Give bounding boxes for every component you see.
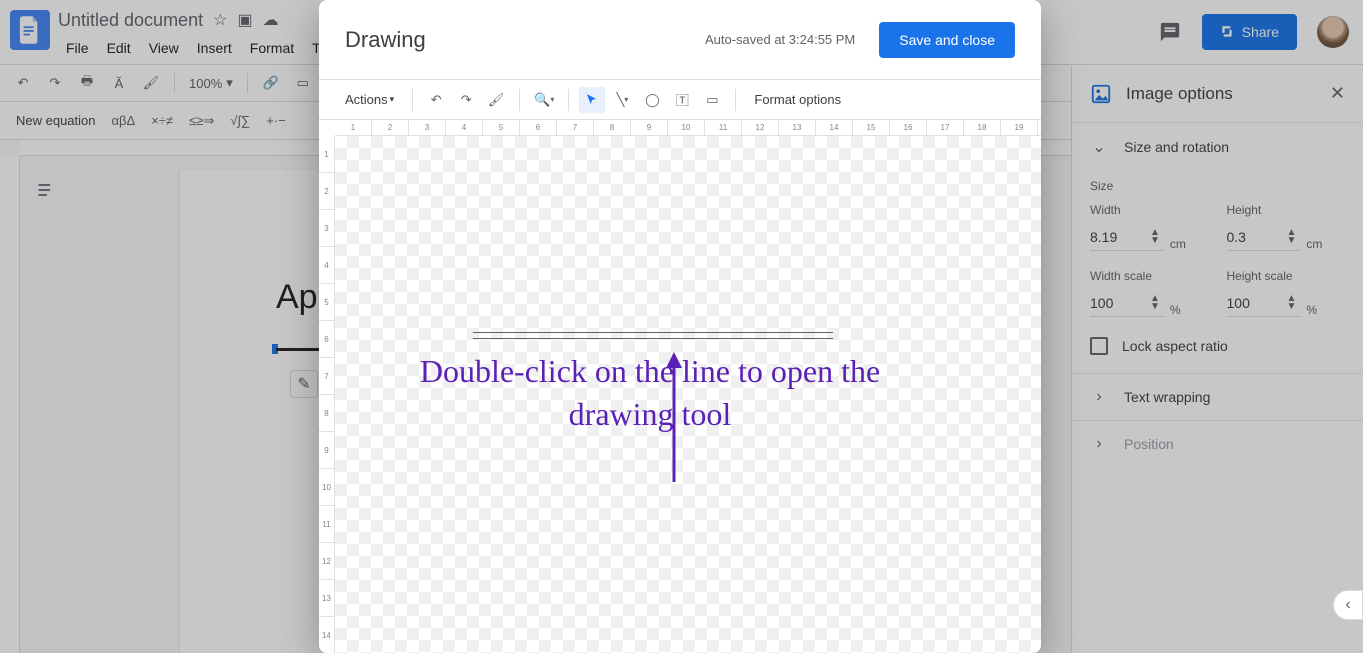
drawing-modal: Drawing Auto-saved at 3:24:55 PM Save an…: [319, 0, 1041, 653]
textbox-tool-icon[interactable]: 🅃: [669, 87, 695, 113]
side-panel-toggle-icon[interactable]: ‹: [1333, 590, 1363, 620]
undo-icon[interactable]: ↶: [423, 87, 449, 113]
modal-title: Drawing: [345, 27, 426, 53]
drawing-toolbar: Actions▾ ↶ ↷ 🖌 🔍▾ ╲▾ ◯ 🅃 ▭ Format option…: [319, 80, 1041, 120]
line-tool-icon[interactable]: ╲▾: [609, 87, 635, 113]
drawing-vertical-ruler[interactable]: 1234567891011121314: [319, 136, 335, 653]
redo-icon[interactable]: ↷: [453, 87, 479, 113]
format-options-button[interactable]: Format options: [746, 87, 849, 113]
drawing-canvas[interactable]: [335, 136, 1041, 653]
save-and-close-button[interactable]: Save and close: [879, 22, 1015, 58]
image-tool-icon[interactable]: ▭: [699, 87, 725, 113]
shape-tool-icon[interactable]: ◯: [639, 87, 665, 113]
drawing-horizontal-ruler[interactable]: 12345678910111213141516171819: [335, 120, 1041, 136]
actions-dropdown[interactable]: Actions▾: [337, 87, 402, 113]
double-line-shape[interactable]: [473, 332, 833, 340]
drawing-canvas-area: 12345678910111213141516171819 1234567891…: [319, 120, 1041, 653]
paint-format-icon[interactable]: 🖌: [483, 87, 509, 113]
zoom-dropdown-icon[interactable]: 🔍▾: [530, 87, 558, 113]
select-tool-icon[interactable]: [579, 87, 605, 113]
autosave-status: Auto-saved at 3:24:55 PM: [705, 32, 855, 47]
